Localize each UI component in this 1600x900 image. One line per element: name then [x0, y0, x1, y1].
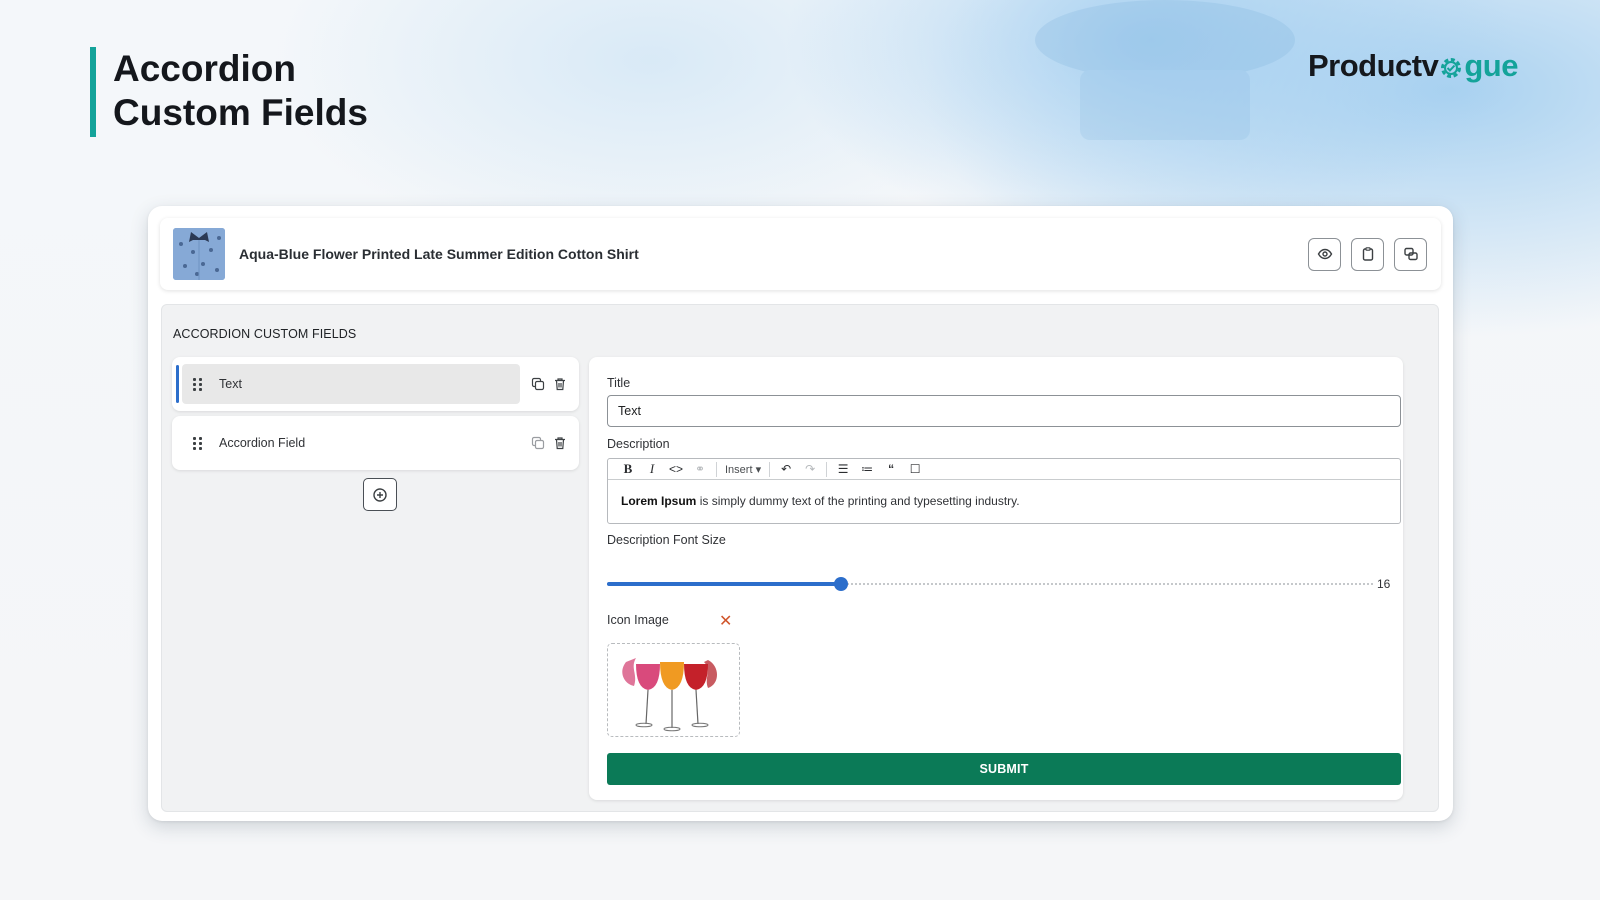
description-text: is simply dummy text of the printing and… [696, 494, 1020, 508]
brand-logo: Productv gue [1308, 48, 1518, 84]
italic-icon[interactable]: I [640, 461, 664, 477]
remove-image-button[interactable]: ✕ [719, 614, 732, 630]
font-size-slider[interactable] [607, 577, 1373, 591]
field-item-text[interactable]: Text [172, 357, 579, 411]
plus-circle-icon [373, 487, 387, 502]
preview-button[interactable] [1308, 237, 1341, 271]
icon-image-label: Icon Image [607, 613, 669, 627]
product-actions [1308, 237, 1427, 271]
drag-handle-icon[interactable] [193, 436, 205, 450]
hero-title-line2: Custom Fields [113, 92, 368, 133]
numbered-list-icon[interactable]: ≔ [855, 462, 879, 476]
product-thumbnail [173, 228, 225, 280]
bold-icon[interactable]: B [616, 461, 640, 477]
brand-text-accent: gue [1464, 48, 1518, 83]
trash-icon[interactable] [553, 377, 567, 391]
code-icon[interactable]: <> [664, 462, 688, 476]
background-graphic [1035, 0, 1295, 140]
gear-check-icon [1441, 58, 1462, 78]
duplicate-button[interactable] [1394, 237, 1427, 271]
product-header: Aqua-Blue Flower Printed Late Summer Edi… [160, 218, 1441, 290]
eye-icon [1317, 248, 1332, 260]
description-label: Description [607, 437, 670, 451]
section-heading: ACCORDION CUSTOM FIELDS [173, 327, 357, 341]
toolbar-divider [826, 461, 828, 477]
undo-icon[interactable]: ↶ [774, 462, 798, 476]
font-size-value: 16 [1377, 577, 1391, 591]
clipboard-button[interactable] [1351, 237, 1384, 271]
clipboard-icon [1362, 247, 1373, 261]
fullscreen-icon[interactable]: ☐ [903, 462, 927, 476]
submit-button[interactable]: SUBMIT [607, 753, 1401, 785]
duplicate-icon [1403, 247, 1418, 261]
slider-thumb[interactable] [833, 577, 848, 591]
wine-glasses-image [622, 658, 717, 732]
add-field-button[interactable] [363, 478, 397, 511]
duplicate-field-icon[interactable] [531, 436, 545, 450]
toolbar-divider [769, 461, 771, 477]
custom-fields-panel: ACCORDION CUSTOM FIELDS Text Accordion F… [161, 304, 1439, 812]
quote-icon[interactable]: “ [879, 462, 903, 476]
toolbar-divider [716, 461, 717, 477]
field-item-actions [531, 436, 567, 450]
drag-handle-icon[interactable] [193, 377, 205, 391]
slider-fill [607, 582, 841, 586]
title-label: Title [607, 376, 631, 390]
description-content[interactable]: Lorem Ipsum is simply dummy text of the … [608, 480, 1400, 522]
app-card: Aqua-Blue Flower Printed Late Summer Edi… [148, 206, 1453, 821]
link-icon[interactable]: ⚭ [688, 462, 712, 476]
field-item-accordion-field[interactable]: Accordion Field [172, 416, 579, 470]
description-editor[interactable]: B I <> ⚭ Insert ▾ ↶ ↷ ☰ ≔ “ ☐ Lorem Ipsu… [607, 458, 1401, 524]
rte-toolbar: B I <> ⚭ Insert ▾ ↶ ↷ ☰ ≔ “ ☐ [608, 459, 1400, 480]
description-bold-text: Lorem Ipsum [621, 494, 697, 508]
icon-image-preview[interactable] [607, 643, 740, 737]
product-name: Aqua-Blue Flower Printed Late Summer Edi… [239, 246, 639, 262]
insert-dropdown[interactable]: Insert ▾ [721, 463, 765, 476]
duplicate-field-icon[interactable] [531, 377, 545, 391]
field-item-inner: Accordion Field [182, 423, 520, 463]
bullet-list-icon[interactable]: ☰ [831, 462, 855, 476]
shirt-pattern-image [173, 228, 225, 280]
brand-text-primary: Productv [1308, 48, 1439, 83]
field-item-inner: Text [182, 364, 520, 404]
field-list: Text Accordion Field [172, 357, 579, 475]
hero-title-line1: Accordion [113, 48, 296, 89]
font-size-label: Description Font Size [607, 533, 726, 547]
redo-icon[interactable]: ↷ [798, 462, 822, 476]
trash-icon[interactable] [553, 436, 567, 450]
hero-title: Accordion Custom Fields [90, 47, 368, 137]
insert-label: Insert [725, 463, 753, 476]
title-input[interactable] [607, 395, 1401, 427]
field-item-label: Accordion Field [219, 436, 306, 450]
field-editor: Title Description B I <> ⚭ Insert ▾ ↶ ↷ … [589, 357, 1403, 800]
field-item-label: Text [219, 377, 242, 391]
field-item-actions [531, 377, 567, 391]
